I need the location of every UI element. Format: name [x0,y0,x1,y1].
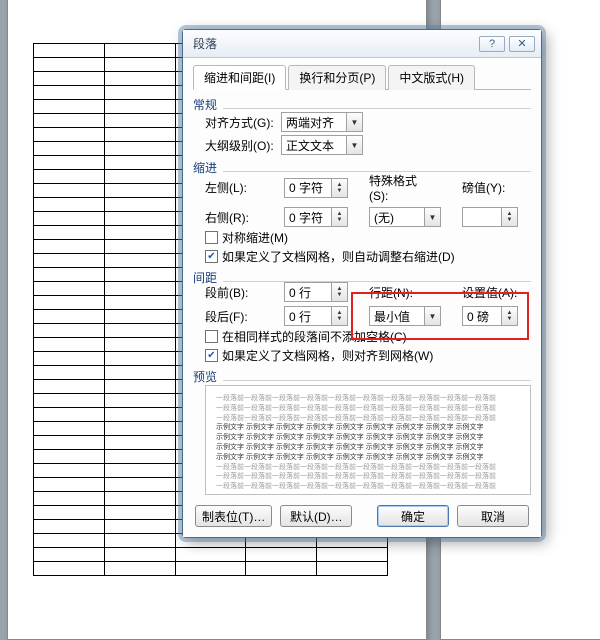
chevron-down-icon: ▼ [346,136,362,154]
alignment-combo[interactable]: 两端对齐 ▼ [281,112,363,132]
spinner-arrows-icon: ▲▼ [331,283,347,301]
space-before-spinner[interactable]: 0 行 ▲▼ [284,282,348,302]
ok-button[interactable]: 确定 [377,505,449,527]
indent-left-label: 左侧(L): [205,179,263,196]
indent-right-label: 右侧(R): [205,209,263,226]
auto-adjust-indent-label: 如果定义了文档网格，则自动调整右缩进(D) [222,248,455,265]
paragraph-dialog: 段落 ? ✕ 缩进和间距(I) 换行和分页(P) 中文版式(H) 常规 对齐方式… [182,29,542,538]
dialog-body: 缩进和间距(I) 换行和分页(P) 中文版式(H) 常规 对齐方式(G): 两端… [183,58,541,537]
tab-line-page-breaks[interactable]: 换行和分页(P) [288,65,386,90]
section-preview: 预览 [193,368,531,385]
preview-box: 一段落前一段落前一段落前一段落前一段落前一段落前一段落前一段落前一段落前一段落前… [205,385,531,495]
tab-asian-typography[interactable]: 中文版式(H) [388,65,475,90]
tab-strip: 缩进和间距(I) 换行和分页(P) 中文版式(H) [193,64,531,90]
alignment-label: 对齐方式(G): [205,114,275,131]
indent-by-label: 磅值(Y): [462,179,520,196]
spacing-at-label: 设置值(A): [462,284,520,301]
section-indent: 缩进 [193,159,531,176]
special-format-combo[interactable]: (无) ▼ [369,207,441,227]
indent-by-spinner[interactable]: ▲▼ [462,207,518,227]
mirror-indent-label: 对称缩进(M) [222,229,288,246]
spinner-arrows-icon: ▲▼ [501,307,517,325]
outline-level-combo[interactable]: 正文文本 ▼ [281,135,363,155]
no-space-same-style-label: 在相同样式的段落间不添加空格(C) [222,328,407,345]
spinner-arrows-icon: ▲▼ [501,208,517,226]
spinner-arrows-icon: ▲▼ [331,208,347,226]
section-general: 常规 [193,96,531,113]
spinner-arrows-icon: ▲▼ [331,307,347,325]
space-before-label: 段前(B): [205,284,263,301]
indent-right-spinner[interactable]: 0 字符 ▲▼ [284,207,348,227]
spinner-arrows-icon: ▲▼ [331,179,347,197]
chevron-down-icon: ▼ [424,307,440,325]
close-button[interactable]: ✕ [509,36,535,52]
outline-level-label: 大纲级别(O): [205,137,275,154]
spacing-at-spinner[interactable]: 0 磅 ▲▼ [462,306,518,326]
special-format-label: 特殊格式(S): [369,172,427,203]
tabs-button[interactable]: 制表位(T)… [195,505,272,527]
cancel-button[interactable]: 取消 [457,505,529,527]
dialog-title: 段落 [193,35,217,52]
chevron-down-icon: ▼ [346,113,362,131]
chevron-down-icon: ▼ [424,208,440,226]
dialog-titlebar: 段落 ? ✕ [183,30,541,58]
set-default-button[interactable]: 默认(D)… [280,505,352,527]
help-button[interactable]: ? [479,36,505,52]
line-spacing-label: 行距(N): [369,284,427,301]
mirror-indent-checkbox[interactable] [205,231,218,244]
space-after-spinner[interactable]: 0 行 ▲▼ [284,306,348,326]
space-after-label: 段后(F): [205,308,263,325]
snap-to-grid-label: 如果定义了文档网格，则对齐到网格(W) [222,347,433,364]
indent-left-spinner[interactable]: 0 字符 ▲▼ [284,178,348,198]
no-space-same-style-checkbox[interactable] [205,330,218,343]
snap-to-grid-checkbox[interactable]: ✔ [205,349,218,362]
line-spacing-combo[interactable]: 最小值 ▼ [369,306,441,326]
tab-indent-spacing[interactable]: 缩进和间距(I) [193,65,286,90]
auto-adjust-indent-checkbox[interactable]: ✔ [205,250,218,263]
